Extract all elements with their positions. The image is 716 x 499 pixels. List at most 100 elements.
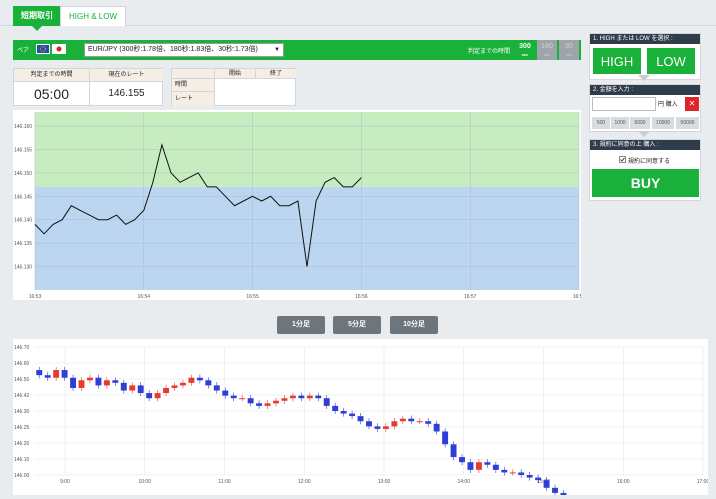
y-tick-label: 146.25 <box>14 425 30 431</box>
clear-icon[interactable]: ✕ <box>685 97 699 111</box>
expire-label: 判定までの時間 <box>468 49 511 55</box>
candle <box>552 487 558 493</box>
x-tick-label: 16:55 <box>246 294 259 300</box>
x-tick-label: 16:58 <box>573 294 581 300</box>
candle <box>61 370 68 378</box>
duration-30-unit: sec <box>565 52 573 57</box>
timeframe-5min-button[interactable]: 5分足 <box>333 316 381 334</box>
y-tick-label: 146.42 <box>14 393 30 399</box>
time-rate-box: 判定までの時間 現在のレート 05:00 146.155 <box>13 68 163 106</box>
duration-30-value: 30 <box>565 43 573 50</box>
agree-checkbox[interactable] <box>619 156 626 163</box>
table-col-0 <box>172 69 214 79</box>
rate-header: 現在のレート <box>89 69 163 82</box>
candle <box>239 398 246 400</box>
amount-50000-button[interactable]: 50000 <box>676 117 699 129</box>
amount-10000-button[interactable]: 10000 <box>652 117 674 129</box>
candle <box>526 475 533 478</box>
candle <box>247 398 254 404</box>
yen-purchase-label: 円 購入 <box>658 102 678 108</box>
candle <box>154 393 161 399</box>
amount-500-button[interactable]: 500 <box>592 117 610 129</box>
chevron-down-icon: ▼ <box>274 47 280 53</box>
candle <box>205 380 212 386</box>
candle <box>281 398 288 401</box>
candle <box>416 421 423 423</box>
candle <box>467 462 474 470</box>
y-tick-label: 146.130 <box>14 265 32 271</box>
table-cells <box>214 79 296 106</box>
x-tick-label: 13:00 <box>378 479 391 485</box>
candle <box>332 405 339 411</box>
candle <box>112 380 119 383</box>
tab-short-term[interactable]: 短期取引 <box>13 6 61 31</box>
candle <box>222 390 229 396</box>
candle <box>230 395 237 399</box>
timeframe-1min-button[interactable]: 1分足 <box>277 316 325 334</box>
step1-heading: 1. HIGH または LOW を選択 : <box>590 34 700 44</box>
duration-300-value: 300 <box>519 43 531 50</box>
x-tick-label: 11:00 <box>218 479 230 485</box>
candle <box>171 385 178 388</box>
candle <box>188 377 195 383</box>
candle <box>87 377 93 381</box>
y-tick-label: 146.20 <box>14 441 30 447</box>
eu-flag-icon <box>36 44 50 54</box>
candle <box>196 377 203 381</box>
candle <box>273 400 279 404</box>
duration-300-button[interactable]: 300 sec <box>515 40 535 60</box>
buy-button[interactable]: BUY <box>592 169 699 197</box>
candle <box>70 377 77 388</box>
duration-180-button[interactable]: 180 sec <box>537 40 557 60</box>
candle <box>543 480 550 488</box>
timeframe-10min-button[interactable]: 10分足 <box>390 316 438 334</box>
currency-pair-select[interactable]: EUR/JPY (300秒:1.78倍、180秒:1.83倍、30秒:1.73倍… <box>84 43 284 57</box>
x-tick-label: 16:00 <box>617 479 630 485</box>
currency-pair-value: EUR/JPY (300秒:1.78倍、180秒:1.83倍、30秒:1.73倍… <box>88 46 258 53</box>
table-col-start: 開始 <box>214 69 255 79</box>
candle <box>78 380 85 388</box>
candle <box>475 462 482 470</box>
candle <box>298 395 305 399</box>
candle <box>315 395 322 399</box>
time-header: 判定までの時間 <box>14 69 89 82</box>
candle <box>264 403 271 406</box>
candle <box>120 382 127 391</box>
time-remaining: 05:00 <box>33 86 70 102</box>
candle <box>137 385 144 394</box>
jp-flag-icon <box>52 44 66 54</box>
amount-5000-button[interactable]: 5000 <box>630 117 650 129</box>
x-tick-label: 17:00 <box>697 479 708 485</box>
candle <box>518 472 525 475</box>
candle <box>442 431 449 445</box>
pair-label: ペア <box>17 48 30 54</box>
rate-chart-svg: 146.160 146.155 146.150 146.145 146.140 146.1… <box>13 110 585 300</box>
candle <box>501 469 508 473</box>
candle <box>357 416 364 422</box>
candle <box>484 462 491 465</box>
table-col-end: 終了 <box>255 69 296 79</box>
step-arrow-1 <box>638 75 650 81</box>
candle <box>44 375 51 378</box>
y-tick-label: 146.135 <box>14 241 32 247</box>
y-tick-label: 146.150 <box>14 171 32 177</box>
y-tick-label: 146.30 <box>14 409 30 415</box>
amount-1000-button[interactable]: 1000 <box>611 117 629 129</box>
candlestick-chart-svg: 146.70 146.60 146.50 146.42 146.30 146.25 146.… <box>13 339 709 499</box>
x-tick-label: 16:53 <box>29 294 42 300</box>
step3-heading: 3. 規約に同意の上 購入 : <box>590 140 700 150</box>
candle <box>425 421 432 424</box>
candle <box>366 421 372 427</box>
y-tick-label: 146.60 <box>14 361 30 367</box>
duration-180-value: 180 <box>541 43 553 50</box>
duration-300-unit: sec <box>521 52 529 57</box>
tab-high-low[interactable]: HIGH & LOW <box>60 6 127 26</box>
high-button[interactable]: HIGH <box>592 47 642 75</box>
duration-30-button[interactable]: 30 sec <box>559 40 579 60</box>
low-button[interactable]: LOW <box>646 47 696 75</box>
table-row-time: 時間 <box>172 79 214 92</box>
y-tick-label: 146.50 <box>14 377 30 383</box>
candle <box>340 411 347 414</box>
x-tick-label: 16:54 <box>138 294 151 300</box>
amount-input[interactable] <box>592 97 656 111</box>
